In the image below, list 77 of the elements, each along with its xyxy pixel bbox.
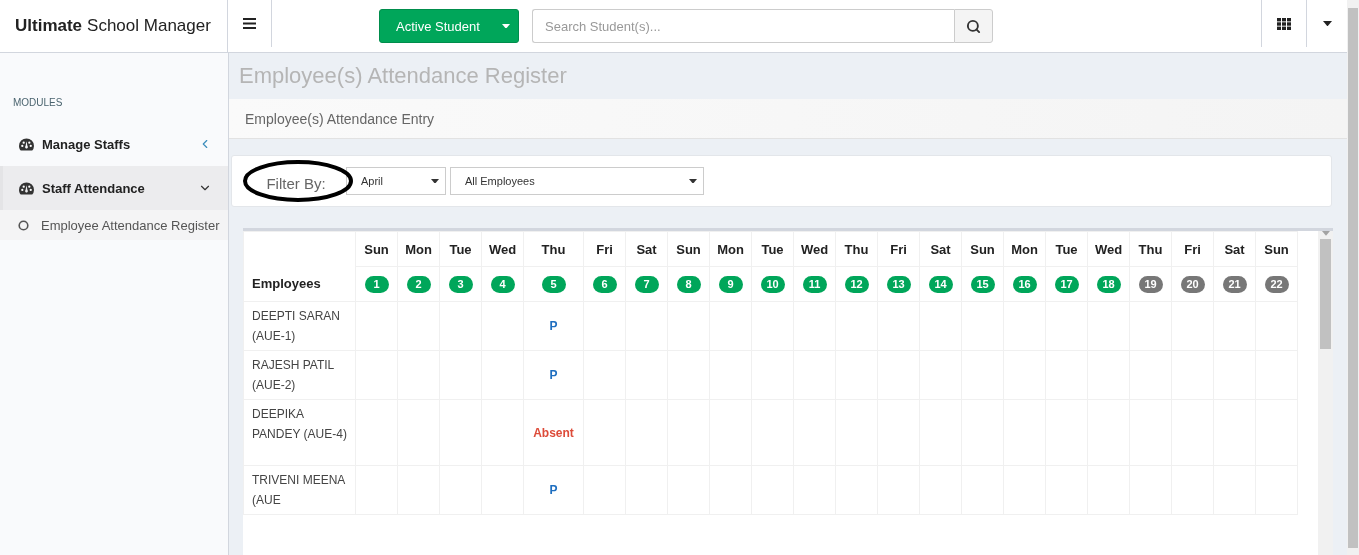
- weekday-header: Tue: [751, 231, 794, 267]
- weekday-header: Thu: [835, 231, 878, 267]
- attendance-mark: P: [523, 350, 584, 400]
- date-badge: 2: [406, 275, 431, 293]
- weekday-header: Sun: [667, 231, 710, 267]
- employee-name: DEEPTI SARAN (AUE-1): [243, 301, 356, 351]
- scroll-up-icon: [1321, 231, 1330, 236]
- date-badge: 22: [1264, 275, 1289, 293]
- date-badge: 21: [1222, 275, 1247, 293]
- sidebar-item[interactable]: Manage Staffs: [0, 122, 228, 166]
- weekday-header: Wed: [1087, 231, 1130, 267]
- attendance-mark: Absent: [523, 399, 584, 466]
- date-badge: 1: [364, 275, 389, 293]
- date-badge: 19: [1138, 275, 1163, 293]
- weekday-header: Fri: [1171, 231, 1214, 267]
- date-badge: 12: [844, 275, 869, 293]
- menu-icon: [243, 18, 256, 29]
- date-badge: 20: [1180, 275, 1205, 293]
- sidebar-item[interactable]: Staff Attendance: [0, 166, 228, 210]
- scrollbar[interactable]: [1318, 231, 1333, 555]
- filter-label: Filter By:: [266, 174, 326, 192]
- weekday-header: Fri: [877, 231, 920, 267]
- weekday-header: Fri: [583, 231, 626, 267]
- weekday-header: Sat: [919, 231, 962, 267]
- caret-icon: [431, 178, 439, 184]
- weekday-header: Sun: [1255, 231, 1298, 267]
- circle-icon: [18, 219, 29, 231]
- attendance-mark: P: [523, 301, 584, 351]
- dashboard-icon: [19, 181, 34, 195]
- date-badge: 10: [760, 275, 785, 293]
- employee-name: RAJESH PATIL (AUE-2): [243, 350, 356, 400]
- page-scrollbar[interactable]: [1347, 0, 1359, 555]
- page-title: Employee(s) Attendance Register: [238, 62, 568, 90]
- date-badge: 18: [1096, 275, 1121, 293]
- weekday-header: Sun: [961, 231, 1004, 267]
- sidebar-subitem[interactable]: Employee Attendance Register: [0, 210, 228, 240]
- search-field[interactable]: Search Student(s)...: [532, 9, 954, 43]
- date-badge: 7: [634, 275, 659, 293]
- caret-icon: [1322, 20, 1332, 27]
- date-badge: 16: [1012, 275, 1037, 293]
- date-badge: 13: [886, 275, 911, 293]
- attendance-mark: P: [523, 465, 584, 515]
- weekday-header: Sat: [1213, 231, 1256, 267]
- weekday-header: Sat: [625, 231, 668, 267]
- weekday-header: Tue: [439, 231, 482, 267]
- date-badge: 15: [970, 275, 995, 293]
- weekday-header: Mon: [1003, 231, 1046, 267]
- weekday-header: Mon: [397, 231, 440, 267]
- month-select[interactable]: April: [346, 167, 446, 195]
- date-badge: 9: [718, 275, 743, 293]
- date-badge: 11: [802, 275, 827, 293]
- employee-name: DEEPIKA PANDEY (AUE-4): [243, 399, 356, 466]
- date-badge: 3: [448, 275, 473, 293]
- weekday-header: Wed: [481, 231, 524, 267]
- search-icon: [966, 18, 981, 34]
- search-button[interactable]: [954, 9, 993, 43]
- dashboard-icon: [19, 137, 34, 151]
- section-heading: MODULES: [12, 97, 64, 110]
- weekday-header: Mon: [709, 231, 752, 267]
- date-badge: 5: [541, 275, 566, 293]
- date-badge: 4: [490, 275, 515, 293]
- caret-icon: [502, 23, 510, 29]
- caret-icon: [689, 178, 697, 184]
- weekday-header: Wed: [793, 231, 836, 267]
- date-badge: 14: [928, 275, 953, 293]
- weekday-header: Thu: [523, 231, 584, 267]
- weekday-header: Sun: [355, 231, 398, 267]
- panel-title: Employee(s) Attendance Entry: [245, 110, 435, 127]
- weekday-header: Tue: [1045, 231, 1088, 267]
- weekday-header: Thu: [1129, 231, 1172, 267]
- employee-name: TRIVENI MEENA (AUE: [243, 465, 356, 515]
- employee-select[interactable]: All Employees: [450, 167, 704, 195]
- date-badge: 17: [1054, 275, 1079, 293]
- column-header: Employees: [243, 231, 356, 302]
- date-badge: 6: [592, 275, 617, 293]
- grid-icon: [1277, 17, 1291, 30]
- date-badge: 8: [676, 275, 701, 293]
